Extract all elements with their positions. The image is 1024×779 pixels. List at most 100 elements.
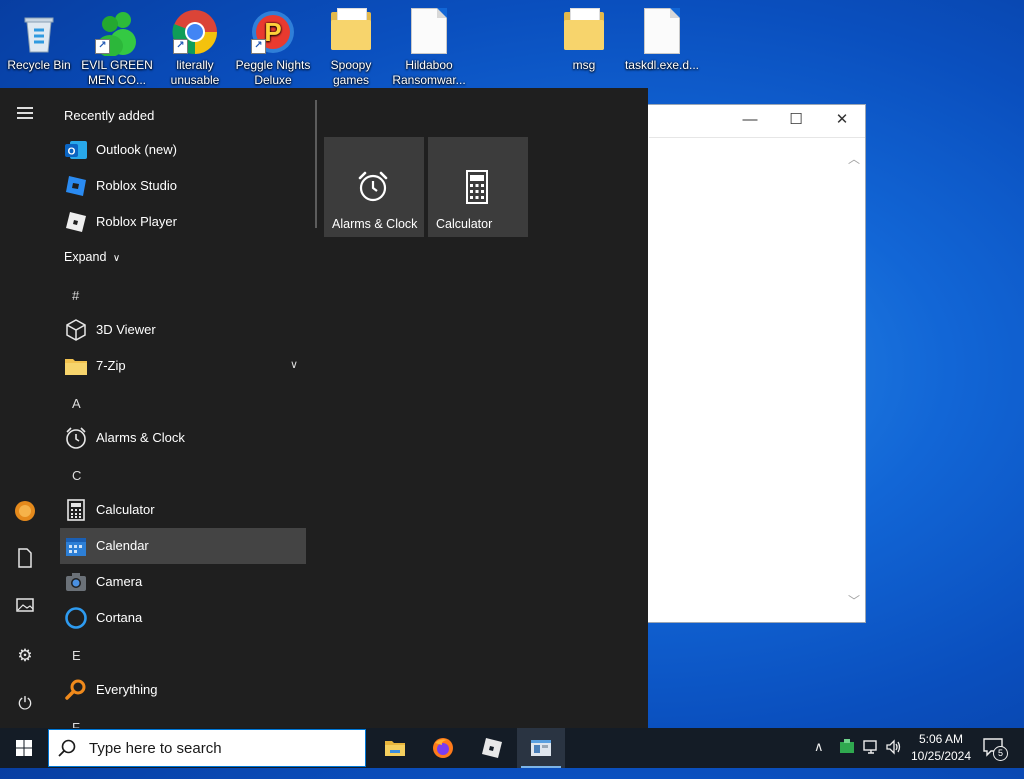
taskbar: Type here to search ∧ 5:06 AM 10/25/2024 bbox=[0, 728, 1024, 768]
show-hidden-icons-chevron-up-icon[interactable]: ∧ bbox=[814, 739, 824, 779]
expand-button[interactable]: Expand ∨ bbox=[64, 250, 120, 264]
scroll-up-icon[interactable]: ︿ bbox=[847, 152, 861, 166]
app-item-label: Roblox Player bbox=[96, 214, 177, 229]
app-item-cortana[interactable]: Cortana bbox=[60, 600, 306, 636]
documents-icon[interactable] bbox=[13, 548, 37, 572]
recycle-bin-icon bbox=[15, 8, 63, 56]
clock-time: 5:06 AM bbox=[918, 732, 964, 746]
calculator-icon bbox=[459, 169, 495, 205]
group-letter[interactable]: A bbox=[72, 396, 81, 411]
shortcut-arrow-icon: ↗ bbox=[251, 39, 266, 54]
app-item-calculator[interactable]: Calculator bbox=[60, 492, 306, 528]
app-item-7zip[interactable]: 7-Zip ∨ bbox=[60, 348, 306, 384]
app-item-camera[interactable]: Camera bbox=[60, 564, 306, 600]
group-letter[interactable]: C bbox=[72, 468, 81, 483]
outlook-icon: O bbox=[64, 138, 88, 162]
search-magnifier-icon bbox=[64, 678, 88, 702]
folder-icon bbox=[327, 8, 375, 56]
app-item-label: Calculator bbox=[96, 502, 155, 517]
desktop-icon-evil-green-men[interactable]: ↗ EVIL GREEN MEN CO... bbox=[79, 2, 155, 88]
minimize-icon[interactable]: — bbox=[727, 109, 773, 131]
chevron-down-icon[interactable]: ∨ bbox=[290, 358, 298, 371]
group-letter[interactable]: E bbox=[72, 648, 81, 663]
desktop-icon-hildaboo[interactable]: Hildaboo Ransomwar... bbox=[391, 2, 467, 88]
menu-icon[interactable] bbox=[13, 104, 37, 128]
calculator-icon bbox=[64, 498, 88, 522]
app-item-label: Alarms & Clock bbox=[96, 430, 185, 445]
chevron-down-icon: ∨ bbox=[112, 253, 121, 264]
shortcut-arrow-icon: ↗ bbox=[173, 39, 188, 54]
desktop-icon-recycle-bin[interactable]: Recycle Bin bbox=[1, 2, 77, 73]
clock-date: 10/25/2024 bbox=[910, 749, 972, 763]
tile-alarms-clock[interactable]: Alarms & Clock bbox=[324, 137, 424, 237]
app-list: Recently added O Outlook (new) Roblox St… bbox=[50, 88, 316, 728]
app-item-label: Everything bbox=[96, 682, 158, 697]
background-window[interactable]: — ☐ ✕ ︿ ﹀ bbox=[644, 104, 866, 623]
group-letter[interactable]: F bbox=[72, 720, 80, 728]
app-item-everything[interactable]: Everything bbox=[60, 672, 306, 708]
tile-label: Alarms & Clock bbox=[332, 217, 418, 231]
desktop-icon-label: Spoopy games bbox=[330, 58, 372, 87]
app-item-alarms-clock[interactable]: Alarms & Clock bbox=[60, 420, 306, 456]
file-icon bbox=[638, 8, 686, 56]
folder-icon bbox=[560, 8, 608, 56]
notification-badge: 5 bbox=[993, 746, 1008, 761]
volume-icon[interactable] bbox=[885, 738, 903, 778]
app-item-label: Calendar bbox=[96, 538, 149, 553]
tray-app-icon[interactable] bbox=[838, 738, 856, 778]
window-titlebar[interactable]: — ☐ ✕ bbox=[645, 105, 865, 135]
group-letter[interactable]: # bbox=[72, 288, 79, 303]
app-item-3d-viewer[interactable]: 3D Viewer bbox=[60, 312, 306, 348]
desktop-icon-peggle[interactable]: P ↗ Peggle Nights Deluxe bbox=[235, 2, 311, 88]
taskbar-file-explorer[interactable] bbox=[371, 728, 419, 768]
taskbar-clock[interactable]: 5:06 AM 10/25/2024 bbox=[906, 731, 976, 765]
app-item-label: Cortana bbox=[96, 610, 143, 625]
calendar-icon bbox=[64, 534, 88, 558]
window-content[interactable]: ︿ ﹀ bbox=[649, 137, 865, 622]
network-icon[interactable] bbox=[862, 738, 880, 778]
taskbar-search-box[interactable]: Type here to search bbox=[48, 729, 366, 767]
app-item-outlook[interactable]: O Outlook (new) bbox=[60, 132, 306, 168]
desktop-icon-spoopy-games[interactable]: Spoopy games bbox=[313, 2, 389, 88]
desktop-icon-label: literally unusable bbox=[170, 58, 220, 87]
desktop-icon-label: EVIL GREEN MEN CO... bbox=[81, 58, 153, 87]
svg-text:P: P bbox=[264, 17, 281, 47]
pictures-icon[interactable] bbox=[13, 596, 37, 620]
alarm-clock-icon bbox=[64, 426, 88, 450]
app-item-calendar[interactable]: Calendar bbox=[60, 528, 306, 564]
scroll-down-icon[interactable]: ﹀ bbox=[847, 594, 861, 608]
firefox-icon bbox=[432, 737, 454, 759]
cortana-icon bbox=[64, 606, 88, 630]
app-item-roblox-player[interactable]: Roblox Player bbox=[60, 204, 306, 240]
desktop-icon-label: msg bbox=[572, 58, 596, 72]
notification-center-icon[interactable]: 5 bbox=[982, 736, 1008, 761]
power-icon[interactable]: ⏻ bbox=[13, 692, 37, 716]
app-item-roblox-studio[interactable]: Roblox Studio bbox=[60, 168, 306, 204]
desktop-icon-taskdl[interactable]: taskdl.exe.d... bbox=[624, 2, 700, 73]
app-list-scrollbar[interactable] bbox=[315, 100, 317, 228]
start-button[interactable] bbox=[0, 728, 48, 768]
roblox-player-icon bbox=[64, 210, 88, 234]
tile-calculator[interactable]: Calculator bbox=[428, 137, 528, 237]
desktop-icon-label: Hildaboo Ransomwar... bbox=[392, 58, 466, 87]
close-icon[interactable]: ✕ bbox=[819, 109, 865, 131]
desktop-icon-label: taskdl.exe.d... bbox=[624, 58, 700, 72]
windows-logo-icon bbox=[16, 740, 32, 756]
folder-icon bbox=[64, 354, 88, 378]
desktop-icon-label: Peggle Nights Deluxe bbox=[235, 58, 311, 87]
maximize-icon[interactable]: ☐ bbox=[773, 109, 819, 131]
taskbar-roblox[interactable] bbox=[468, 728, 516, 768]
peggle-icon: P ↗ bbox=[249, 8, 297, 56]
settings-gear-icon[interactable]: ⚙ bbox=[13, 644, 37, 668]
desktop-icon-msg[interactable]: msg bbox=[546, 2, 622, 73]
desktop-icon-literally-unusable[interactable]: ↗ literally unusable bbox=[157, 2, 233, 88]
app-item-label: 7-Zip bbox=[96, 358, 126, 373]
roblox-studio-icon bbox=[64, 174, 88, 198]
svg-text:O: O bbox=[68, 147, 76, 158]
tile-label: Calculator bbox=[436, 217, 493, 231]
taskbar-open-window[interactable] bbox=[517, 728, 565, 768]
recently-added-header: Recently added bbox=[64, 108, 155, 123]
user-avatar-icon[interactable] bbox=[13, 500, 37, 524]
app-item-label: Camera bbox=[96, 574, 143, 589]
taskbar-firefox[interactable] bbox=[419, 728, 467, 768]
